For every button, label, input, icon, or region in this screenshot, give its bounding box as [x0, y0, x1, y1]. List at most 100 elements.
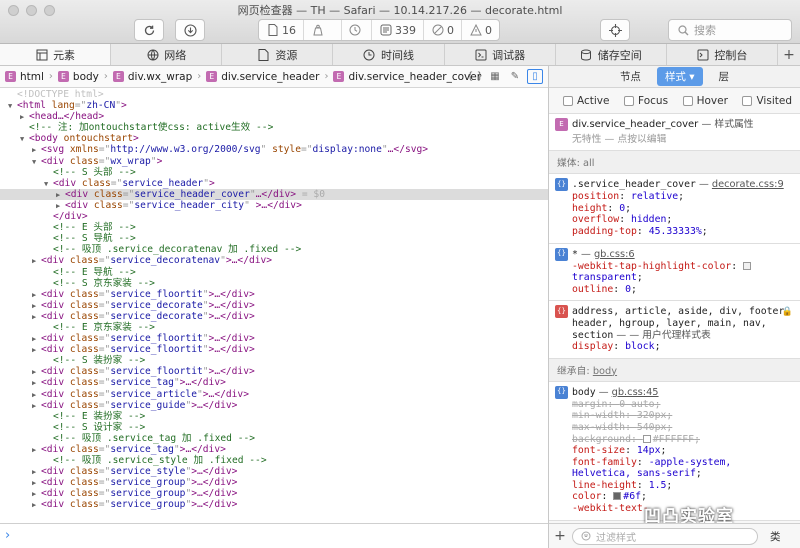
rule-source-link[interactable]: gb.css:45 [612, 387, 659, 398]
dom-comment[interactable]: <!-- E 装扮家 --> [0, 411, 548, 422]
color-swatch-icon[interactable] [642, 434, 651, 443]
download-button[interactable] [175, 19, 205, 41]
dom-node[interactable]: ▶ <div class="service_tag">…</div> [0, 444, 548, 455]
css-declaration[interactable]: line-height: 1.5; [555, 480, 792, 492]
activity-counter[interactable]: 16 339 0 0 [258, 19, 500, 41]
rule-source-link[interactable]: — 用户代理样式表 [629, 330, 711, 341]
css-rule[interactable]: {} address, article, aside, div, footer, … [549, 301, 800, 359]
pseudo-visited-checkbox[interactable]: Visited [742, 95, 792, 107]
dom-comment[interactable]: <!-- 吸顶 .service_tag 加 .fixed --> [0, 433, 548, 444]
reload-button[interactable] [134, 19, 164, 41]
add-rule-button[interactable]: + [554, 528, 566, 544]
css-declaration[interactable]: font-family: -apple-system, [555, 457, 792, 469]
dom-comment[interactable]: <!-- 注: 加ontouchstart使css: active生效 --> [0, 122, 548, 133]
dom-node[interactable]: ▶ <div class="service_decorate">…</div> [0, 300, 548, 311]
dom-comment[interactable]: <!-- E 导航 --> [0, 267, 548, 278]
tab-elements[interactable]: 元素 [0, 44, 112, 65]
inspect-element-button[interactable] [600, 19, 630, 41]
dom-tree[interactable]: <!DOCTYPE html> ▼ <html lang="zh-CN"> ▶ <hea… [0, 89, 548, 523]
dom-node[interactable]: ▶ <div class="service_style">…</div> [0, 466, 548, 477]
dom-node[interactable]: </div> [0, 211, 548, 222]
dom-node[interactable]: <!DOCTYPE html> [0, 89, 548, 100]
pseudo-focus-checkbox[interactable]: Focus [624, 95, 668, 107]
add-tab-button[interactable]: + [778, 44, 800, 65]
disclosure-closed-icon[interactable]: ▶ [32, 500, 41, 511]
rule-selector[interactable]: body [572, 387, 596, 398]
dom-node[interactable]: ▶ <div class="service_group">…</div> [0, 477, 548, 488]
dom-comment[interactable]: <!-- S 设计家 --> [0, 422, 548, 433]
counter-warnings[interactable]: 0 [424, 20, 462, 40]
dom-node[interactable]: ▶ <div class="service_decorate">…</div> [0, 311, 548, 322]
counter-errors[interactable]: 339 [372, 20, 424, 40]
css-declaration[interactable]: Helvetica, sans-serif; [555, 468, 792, 480]
checkbox-box[interactable] [742, 95, 753, 106]
dom-node[interactable]: ▼ <html lang="zh-CN"> [0, 100, 548, 111]
dom-node[interactable]: ▶ <div class="service_floortit">…</div> [0, 344, 548, 355]
filter-styles-input[interactable]: 过滤样式 [572, 527, 758, 545]
css-declaration[interactable]: background: #FFFFFF; [555, 434, 792, 446]
search-field[interactable]: 搜索 [668, 19, 792, 41]
color-swatch-icon[interactable] [743, 261, 752, 270]
inherited-from-link[interactable]: body [593, 366, 617, 377]
pencil-icon[interactable]: ✎ [507, 69, 523, 84]
tab-timeline[interactable]: 时间线 [333, 44, 445, 65]
tab-console[interactable]: 控制台 [667, 44, 778, 65]
dom-comment[interactable]: <!-- S 导航 --> [0, 233, 548, 244]
checkbox-box[interactable] [624, 95, 635, 106]
dom-node[interactable]: ▶ <head…</head> [0, 111, 548, 122]
counter-logs[interactable]: 0 [462, 20, 499, 40]
css-rule[interactable]: {} .service_header_cover — decorate.css:9… [549, 174, 800, 244]
rule-selector[interactable]: .service_header_cover [572, 179, 696, 190]
dom-comment[interactable]: <!-- 吸顶 .service_decoratenav 加 .fixed --… [0, 244, 548, 255]
tab-debugger[interactable]: 调试器 [445, 44, 556, 65]
layout-grid-icon[interactable]: ▦ [487, 69, 503, 84]
dom-node[interactable]: ▶ <div class="service_tag">…</div> [0, 377, 548, 388]
css-declaration[interactable]: position: relative; [555, 191, 792, 203]
css-declaration[interactable]: outline: 0; [555, 284, 792, 296]
dom-node[interactable]: ▶ <div class="service_floortit">…</div> [0, 333, 548, 344]
counter-time[interactable] [342, 20, 372, 40]
counter-pages[interactable]: 16 [259, 20, 304, 40]
sidebar-tab[interactable]: 样式 ▾ [656, 67, 703, 86]
body-rule[interactable]: {} body — gb.css:45 margin: 0 auto; min-wid… [549, 381, 800, 521]
dom-comment[interactable]: <!-- E 头部 --> [0, 222, 548, 233]
element-rule-note[interactable]: 无特性 — 点按以编辑 [572, 134, 754, 146]
checkbox-box[interactable] [682, 95, 693, 106]
dom-node[interactable]: ▶ <div class="service_decoratenav">…</div… [0, 255, 548, 266]
breadcrumb-item[interactable]: Ebody [57, 71, 99, 83]
dom-comment[interactable]: <!-- S 京东家装 --> [0, 278, 548, 289]
dom-node[interactable]: ▶ <div class="service_article">…</div> [0, 389, 548, 400]
dom-node[interactable]: ▶ <div class="service_floortit">…</div> [0, 366, 548, 377]
pseudo-hover-checkbox[interactable]: Hover [682, 95, 728, 107]
css-declaration[interactable]: font-size: 14px; [555, 445, 792, 457]
css-declaration[interactable]: -webkit-tap-highlight-color: [555, 261, 792, 273]
dom-node[interactable]: ▶ <div class="service_floortit">…</div> [0, 289, 548, 300]
counter-weight[interactable] [304, 20, 342, 40]
tab-storage[interactable]: 储存空间 [556, 44, 667, 65]
breadcrumb-item[interactable]: Ediv.wx_wrap [112, 71, 192, 83]
braces-icon[interactable]: { } [467, 69, 483, 84]
css-rule[interactable]: {} * — gb.css:6 -webkit-tap-highlight-colo… [549, 243, 800, 302]
tab-network[interactable]: 网络 [111, 44, 223, 65]
tab-resources[interactable]: 资源 [222, 44, 334, 65]
dom-comment[interactable]: <!-- 吸顶 .service_style 加 .fixed --> [0, 455, 548, 466]
dom-node[interactable]: ▶ <div class="service_guide">…</div> [0, 400, 548, 411]
dom-node[interactable]: ▼ <div class="service_header"> [0, 178, 548, 189]
css-declaration[interactable]: min-width: 320px; [555, 410, 792, 422]
console-input[interactable]: › [0, 523, 548, 548]
css-declaration[interactable]: transparent; [555, 272, 792, 284]
color-swatch-icon[interactable] [613, 492, 622, 501]
dom-node[interactable]: ▶ <svg xmlns="http://www.w3.org/2000/svg"… [0, 144, 548, 155]
breadcrumb-item[interactable]: Ehtml [5, 71, 44, 83]
dom-comment[interactable]: <!-- S 头部 --> [0, 167, 548, 178]
css-declaration[interactable]: margin: 0 auto; [555, 399, 792, 411]
dom-node[interactable]: ▶ <div class="service_group">…</div> [0, 499, 548, 510]
pseudo-active-checkbox[interactable]: Active [563, 95, 609, 107]
dom-comment[interactable]: <!-- S 装扮家 --> [0, 355, 548, 366]
class-toggle-button[interactable]: 类 [770, 529, 781, 544]
checkbox-box[interactable] [563, 95, 573, 106]
css-declaration[interactable]: padding-top: 45.33333%; [555, 226, 792, 238]
dom-comment[interactable]: <!-- E 京东家装 --> [0, 322, 548, 333]
css-declaration[interactable]: overflow: hidden; [555, 214, 792, 226]
css-declaration[interactable]: height: 0; [555, 203, 792, 215]
